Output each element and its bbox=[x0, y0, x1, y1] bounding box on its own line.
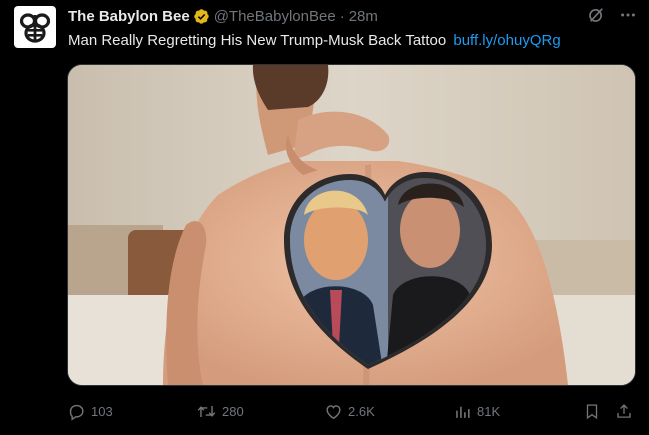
tweet-link[interactable]: buff.ly/ohuyQRg bbox=[453, 32, 560, 49]
author-handle[interactable]: @TheBabylonBee bbox=[214, 8, 336, 25]
babylon-bee-logo-icon bbox=[19, 13, 51, 43]
like-button[interactable]: 2.6K bbox=[324, 398, 375, 424]
tweet-timestamp[interactable]: 28m bbox=[349, 8, 378, 25]
views-chart-icon bbox=[456, 406, 470, 418]
tweet-media-photo[interactable] bbox=[67, 64, 636, 386]
more-options-icon[interactable] bbox=[619, 6, 637, 29]
tweet-header: The Babylon Bee @TheBabylonBee · 28m bbox=[68, 6, 378, 26]
views-button[interactable]: 81K bbox=[453, 398, 500, 424]
bookmark-icon bbox=[586, 403, 598, 419]
author-name[interactable]: The Babylon Bee bbox=[68, 8, 190, 25]
tweet-body: Man Really Regretting His New Trump-Musk… bbox=[68, 32, 447, 49]
views-count: 81K bbox=[477, 403, 501, 419]
reply-count: 103 bbox=[91, 403, 113, 419]
repost-button[interactable]: 280 bbox=[196, 398, 244, 424]
share-icon bbox=[617, 403, 631, 418]
author-avatar[interactable] bbox=[14, 6, 56, 48]
tweet-text: Man Really Regretting His New Trump-Musk… bbox=[68, 32, 561, 49]
tattoo-photo bbox=[68, 65, 635, 385]
reply-button[interactable]: 103 bbox=[67, 398, 113, 424]
share-button[interactable] bbox=[615, 398, 633, 424]
reply-icon bbox=[69, 404, 84, 421]
grok-icon[interactable] bbox=[587, 6, 605, 29]
repost-count: 280 bbox=[222, 403, 244, 419]
header-separator: · bbox=[339, 7, 345, 25]
tweet-actions: 103 280 2.6K 81K bbox=[60, 398, 640, 424]
tweet-top-controls bbox=[587, 6, 637, 29]
heart-icon bbox=[326, 404, 341, 419]
bookmark-button[interactable] bbox=[583, 398, 601, 424]
like-count: 2.6K bbox=[348, 403, 375, 419]
repost-icon bbox=[197, 405, 216, 417]
tweet[interactable]: The Babylon Bee @TheBabylonBee · 28m Man… bbox=[0, 0, 649, 435]
verified-badge-icon[interactable] bbox=[193, 8, 210, 25]
